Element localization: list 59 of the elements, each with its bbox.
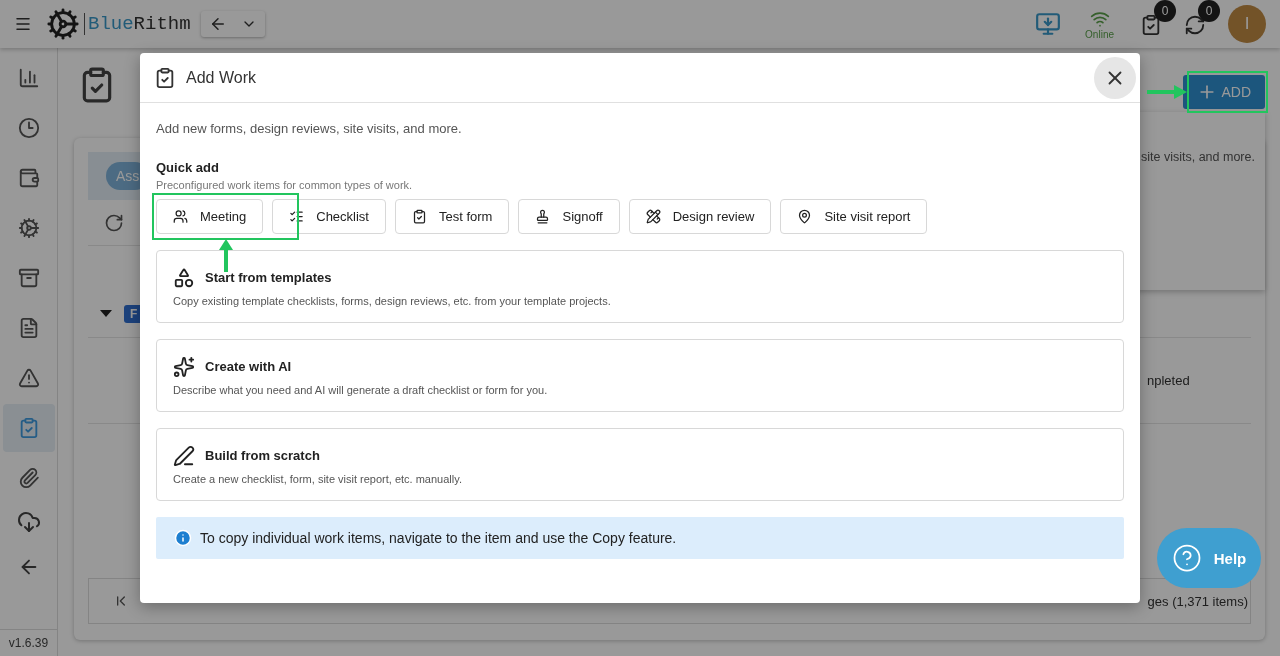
version-label: v1.6.39 [0, 629, 57, 656]
stamp-icon [535, 209, 551, 224]
option-description: Describe what you need and AI will generate a draft checklist or form for you. [173, 383, 548, 396]
close-button[interactable] [1094, 56, 1136, 99]
quick-add-button[interactable]: Design review [628, 199, 772, 234]
gear-logo-icon [46, 7, 80, 41]
sparkles-icon [173, 355, 195, 378]
wallet-icon [17, 167, 40, 189]
option-card[interactable]: Start from templates Copy existing template checklists, forms, design reviews, etc. from your template projects. [156, 250, 1124, 323]
dialog-title: Add Work [186, 68, 256, 87]
help-icon [1171, 543, 1202, 573]
pen-lines-icon [173, 444, 195, 467]
quick-add-button[interactable]: Site visit report [780, 199, 928, 234]
option-title: Create with AI [205, 359, 292, 374]
sync-icon[interactable] [1184, 14, 1206, 36]
logo-text: BlueRithm [84, 13, 191, 35]
quick-add-button[interactable]: Checklist [272, 199, 386, 234]
info-text: To copy individual work items, navigate to the item and use the Copy feature. [200, 530, 677, 546]
quick-add-button[interactable]: Signoff [518, 199, 620, 234]
connection-status: Online [1085, 28, 1114, 40]
option-description: Create a new checklist, form, site visit report, etc. manually. [173, 472, 462, 485]
people-icon [173, 209, 188, 224]
gears-icon [17, 217, 40, 239]
popover-text: site visits, and more. [1141, 150, 1255, 164]
quick-add-button[interactable]: Test form [395, 199, 510, 234]
download-monitor-icon[interactable] [1035, 11, 1062, 37]
tasks-icon[interactable] [1140, 14, 1162, 36]
option-description: Copy existing template checklists, forms, design reviews, etc. from your template projects. [173, 294, 611, 307]
page-summary: ges (1,371 items) [1147, 593, 1248, 609]
refresh-icon[interactable] [104, 212, 124, 233]
option-card[interactable]: Create with AI Describe what you need and AI will generate a draft checklist or form for you. [156, 339, 1124, 412]
map-pin-icon [797, 209, 813, 224]
expand-caret-icon[interactable] [100, 310, 112, 317]
status-text: npleted [1147, 373, 1191, 388]
option-title: Start from templates [205, 270, 332, 285]
section-heading: Quick add [156, 160, 220, 175]
dialog-intro: Add new forms, design reviews, site visits, and more. [156, 121, 463, 136]
clipboard-check-icon [412, 209, 427, 224]
clock-icon [17, 117, 40, 139]
pointer-arrow [219, 239, 233, 272]
sidebar-item[interactable] [2, 404, 55, 452]
shapes-icon [173, 266, 195, 289]
archive-icon [17, 267, 40, 289]
count-badge: 0 [1154, 0, 1176, 22]
quick-add-button[interactable]: Meeting [156, 199, 264, 234]
paperclip-icon [17, 467, 40, 489]
option-card[interactable]: Build from scratch Create a new checklist, form, site visit report, etc. manually. [156, 428, 1124, 501]
cloud-download-icon[interactable] [16, 510, 41, 534]
chart-icon [17, 67, 40, 89]
info-icon [174, 529, 192, 547]
menu-icon[interactable] [14, 15, 32, 33]
warning-icon [17, 367, 40, 389]
option-title: Build from scratch [205, 448, 320, 463]
section-hint: Preconfigured work items for common types of work. [156, 179, 414, 191]
pencil-ruler-icon [645, 209, 661, 224]
pointer-arrow [1147, 85, 1187, 99]
checklist-icon [289, 209, 305, 224]
clipboard-check-icon [154, 66, 176, 89]
count-badge: 0 [1198, 0, 1220, 22]
